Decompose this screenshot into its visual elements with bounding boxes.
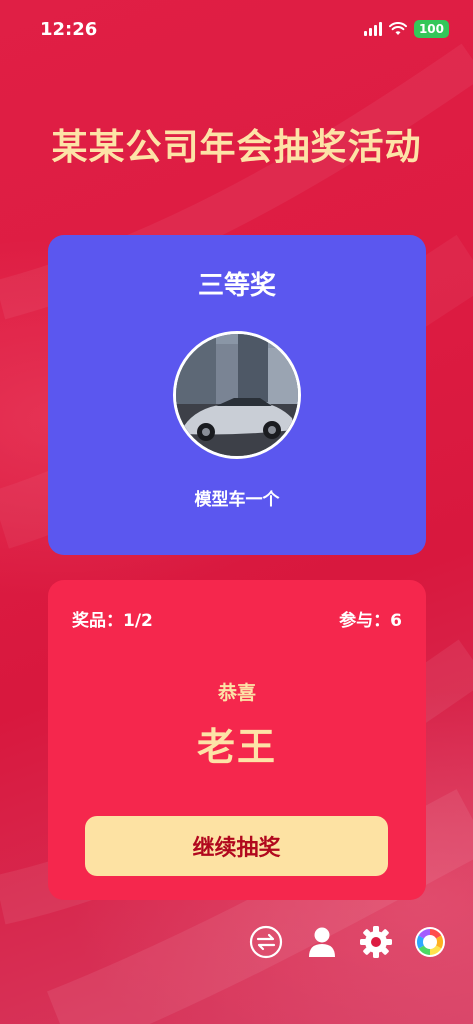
status-bar: 12:26 100 <box>0 0 473 60</box>
prize-image <box>173 331 301 459</box>
status-icons: 100 <box>363 20 449 38</box>
winner-name: 老王 <box>196 725 277 769</box>
bottom-toolbar <box>0 920 473 964</box>
swap-icon[interactable] <box>248 924 284 960</box>
participants-count: 参与：6 <box>339 611 402 631</box>
car-photo-illustration <box>176 334 298 456</box>
result-card: 奖品：1/2 参与：6 恭喜 老王 继续抽奖 <box>48 580 426 900</box>
congrats-label: 恭喜 <box>217 682 256 704</box>
continue-draw-button[interactable]: 继续抽奖 <box>85 816 388 876</box>
settings-icon[interactable] <box>358 924 394 960</box>
battery-indicator: 100 <box>413 20 449 38</box>
prize-card: 三等奖 模型车一个 <box>48 235 426 555</box>
color-wheel-icon[interactable] <box>412 924 448 960</box>
prize-level: 三等奖 <box>197 271 276 301</box>
page-title: 某某公司年会抽奖活动 <box>51 127 422 168</box>
prizes-count: 奖品：1/2 <box>72 611 153 631</box>
status-time: 12:26 <box>40 19 98 40</box>
prize-name: 模型车一个 <box>194 490 280 510</box>
wifi-icon <box>388 22 407 35</box>
cellular-signal-icon <box>363 22 382 36</box>
user-icon[interactable] <box>304 924 340 960</box>
